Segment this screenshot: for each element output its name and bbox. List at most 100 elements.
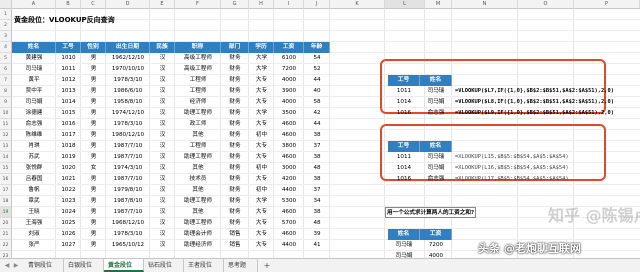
column-header-j[interactable]: J	[304, 0, 330, 9]
employee-table-cell[interactable]: 1974/12/10	[106, 108, 150, 119]
xlookup-cell[interactable]: 1014	[388, 163, 420, 174]
employee-table-cell[interactable]: 高级工程师	[175, 64, 221, 75]
employee-table-header[interactable]: 性别	[81, 42, 106, 53]
employee-table-cell[interactable]: 财务	[221, 53, 249, 64]
employee-table-cell[interactable]: 1987/7/10	[106, 152, 150, 163]
employee-table-header[interactable]: 部门	[221, 42, 249, 53]
employee-table-cell[interactable]: 张悦群	[12, 163, 56, 174]
employee-table-cell[interactable]: 汉	[150, 64, 175, 75]
row-header-3[interactable]: 3	[0, 31, 12, 42]
xlookup-cell[interactable]: 1011	[388, 152, 420, 163]
column-header-i[interactable]: I	[274, 0, 304, 9]
row-header-9[interactable]: 9	[0, 97, 12, 108]
employee-table-cell[interactable]: 贾中平	[12, 86, 56, 97]
employee-table-cell[interactable]: 男	[81, 152, 106, 163]
employee-table-cell[interactable]: 大学	[249, 196, 274, 207]
employee-table-cell[interactable]: 1023	[56, 196, 81, 207]
employee-table-cell[interactable]: 37	[304, 185, 330, 196]
employee-table-cell[interactable]: 1965/10/12	[106, 240, 150, 251]
employee-table-cell[interactable]: 汉	[150, 141, 175, 152]
employee-table-cell[interactable]: 1968/12/10	[106, 218, 150, 229]
employee-table-cell[interactable]: 汉	[150, 174, 175, 185]
employee-table-cell[interactable]: 男	[81, 207, 106, 218]
vlookup-formula[interactable]: =VLOOKUP($L7,IF({1,0},$B$2:$B$51,$A$2:$A…	[455, 86, 614, 97]
employee-table-cell[interactable]: 37	[304, 141, 330, 152]
employee-table-cell[interactable]: 1010	[56, 53, 81, 64]
employee-table-cell[interactable]: 财务	[221, 75, 249, 86]
employee-table-cell[interactable]: 工程师	[175, 86, 221, 97]
xlookup-formula[interactable]: =XLOOKUP(L15,$B$5:$B$54,$A$5:$A$54)	[455, 152, 569, 163]
row-header-17[interactable]: 17	[0, 185, 12, 196]
row-header-7[interactable]: 7	[0, 75, 12, 86]
employee-table-cell[interactable]: 1021	[56, 174, 81, 185]
employee-table-cell[interactable]: 7200	[274, 64, 304, 75]
column-header-h[interactable]: H	[249, 0, 274, 9]
sheet-tab-2[interactable]: 白银段位	[64, 259, 104, 272]
employee-table-cell[interactable]: 4600	[274, 119, 304, 130]
employee-table-cell[interactable]: 38	[304, 174, 330, 185]
vlookup-cell[interactable]: 俞志强	[420, 108, 452, 119]
column-header-p[interactable]: P	[574, 0, 640, 9]
employee-table-cell[interactable]: 40	[304, 86, 330, 97]
xlookup-header[interactable]: 工号	[388, 141, 420, 152]
employee-table-cell[interactable]: 1020	[56, 163, 81, 174]
column-header-c[interactable]: C	[81, 0, 106, 9]
employee-table-cell[interactable]: 其他	[175, 163, 221, 174]
employee-table-cell[interactable]: 4000	[274, 97, 304, 108]
employee-table-cell[interactable]: 其他	[175, 185, 221, 196]
employee-table-cell[interactable]: 1987/7/10	[106, 141, 150, 152]
employee-table-cell[interactable]: 1979/8/10	[106, 185, 150, 196]
employee-table-cell[interactable]: 44	[304, 75, 330, 86]
tab-nav-next-icon[interactable]: ▶	[12, 261, 20, 270]
row-header-21[interactable]: 21	[0, 229, 12, 240]
employee-table-cell[interactable]: 1980/12/10	[106, 130, 150, 141]
employee-table-cell[interactable]: 大专	[249, 141, 274, 152]
employee-table-header[interactable]: 学历	[249, 42, 274, 53]
xlookup-formula[interactable]: =XLOOKUP(L16,$B$5:$B$54,$A$5:$A$54)	[455, 163, 569, 174]
employee-table-cell[interactable]: 52	[304, 64, 330, 75]
employee-table-cell[interactable]: 1987/7/10	[106, 174, 150, 185]
employee-table-cell[interactable]: 1987/7/10	[106, 207, 150, 218]
employee-table-cell[interactable]: 5300	[274, 196, 304, 207]
employee-table-cell[interactable]: 3800	[274, 141, 304, 152]
column-header-b[interactable]: B	[56, 0, 81, 9]
row-header-2[interactable]: 2	[0, 20, 12, 31]
vlookup-cell[interactable]: 1011	[388, 86, 420, 97]
employee-table-cell[interactable]: 大专	[249, 207, 274, 218]
employee-table-cell[interactable]: 汉	[150, 207, 175, 218]
employee-table-cell[interactable]: 大学	[249, 64, 274, 75]
employee-table-cell[interactable]: 大专	[249, 75, 274, 86]
employee-table-cell[interactable]: 大专	[249, 174, 274, 185]
row-header-23[interactable]: 23	[0, 251, 12, 258]
employee-table-cell[interactable]: 44	[304, 119, 330, 130]
xlookup-header[interactable]: 姓名	[420, 141, 452, 152]
employee-table-cell[interactable]: 38	[304, 207, 330, 218]
employee-table-cell[interactable]: 39	[304, 229, 330, 240]
employee-table-cell[interactable]: 4600	[274, 152, 304, 163]
employee-table-cell[interactable]: 1978/3/10	[106, 119, 150, 130]
employee-table-cell[interactable]: 1019	[56, 152, 81, 163]
employee-table-cell[interactable]: 4600	[274, 229, 304, 240]
employee-table-cell[interactable]: 经济师	[175, 97, 221, 108]
employee-table-cell[interactable]: 汉	[150, 97, 175, 108]
employee-table-cell[interactable]: 工程师	[175, 75, 221, 86]
employee-table-cell[interactable]: 技术员	[175, 174, 221, 185]
column-header-a[interactable]: A	[12, 0, 56, 9]
employee-table-cell[interactable]: 汉	[150, 229, 175, 240]
employee-table-cell[interactable]: 销售	[221, 240, 249, 251]
employee-table-cell[interactable]: 1978/3/10	[106, 229, 150, 240]
row-header-10[interactable]: 10	[0, 108, 12, 119]
employee-table-cell[interactable]: 4200	[274, 174, 304, 185]
employee-table-header[interactable]: 工资	[274, 42, 304, 53]
employee-table-cell[interactable]: 1026	[56, 229, 81, 240]
employee-table-cell[interactable]: 34	[304, 196, 330, 207]
employee-table-cell[interactable]: 助理工程师	[175, 108, 221, 119]
employee-table-cell[interactable]: 汉	[150, 75, 175, 86]
employee-table-cell[interactable]: 3000	[274, 163, 304, 174]
employee-table-cell[interactable]: 财务	[221, 196, 249, 207]
employee-table-cell[interactable]: 财务	[221, 152, 249, 163]
employee-table-cell[interactable]: 3900	[274, 86, 304, 97]
employee-table-cell[interactable]: 初中	[249, 163, 274, 174]
employee-table-header[interactable]: 民族	[150, 42, 175, 53]
column-header-g[interactable]: G	[221, 0, 249, 9]
